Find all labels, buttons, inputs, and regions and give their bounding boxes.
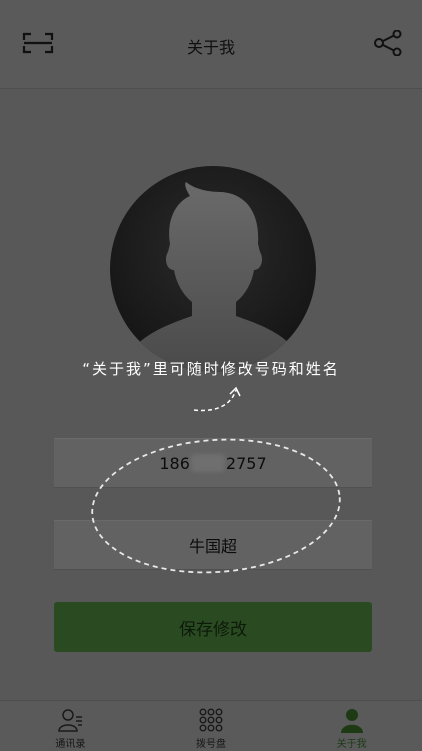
tab-contacts-label: 通讯录 [55,739,86,750]
curved-arrow-icon [193,386,241,412]
tab-contacts[interactable]: 通讯录 [0,701,141,751]
contacts-icon [58,709,83,732]
tab-about-me-label: 关于我 [336,739,367,750]
edit-hint-text: “关于我”里可随时修改号码和姓名 [82,360,340,378]
top-nav-bar: 关于我 [0,0,422,89]
share-icon[interactable] [372,30,404,56]
tab-dialpad[interactable]: 拨号盘 [141,701,282,751]
page-title: 关于我 [186,38,235,57]
tab-about-me[interactable]: 关于我 [281,701,422,751]
save-button[interactable]: 保存修改 [54,602,372,652]
dialpad-icon [199,708,223,732]
dashed-highlight-ellipse [91,438,341,574]
bottom-tab-bar: 通讯录 拨号盘 关于我 [0,700,422,751]
tab-dialpad-label: 拨号盘 [196,739,226,750]
person-silhouette-icon[interactable] [110,166,316,372]
person-icon [340,709,363,733]
